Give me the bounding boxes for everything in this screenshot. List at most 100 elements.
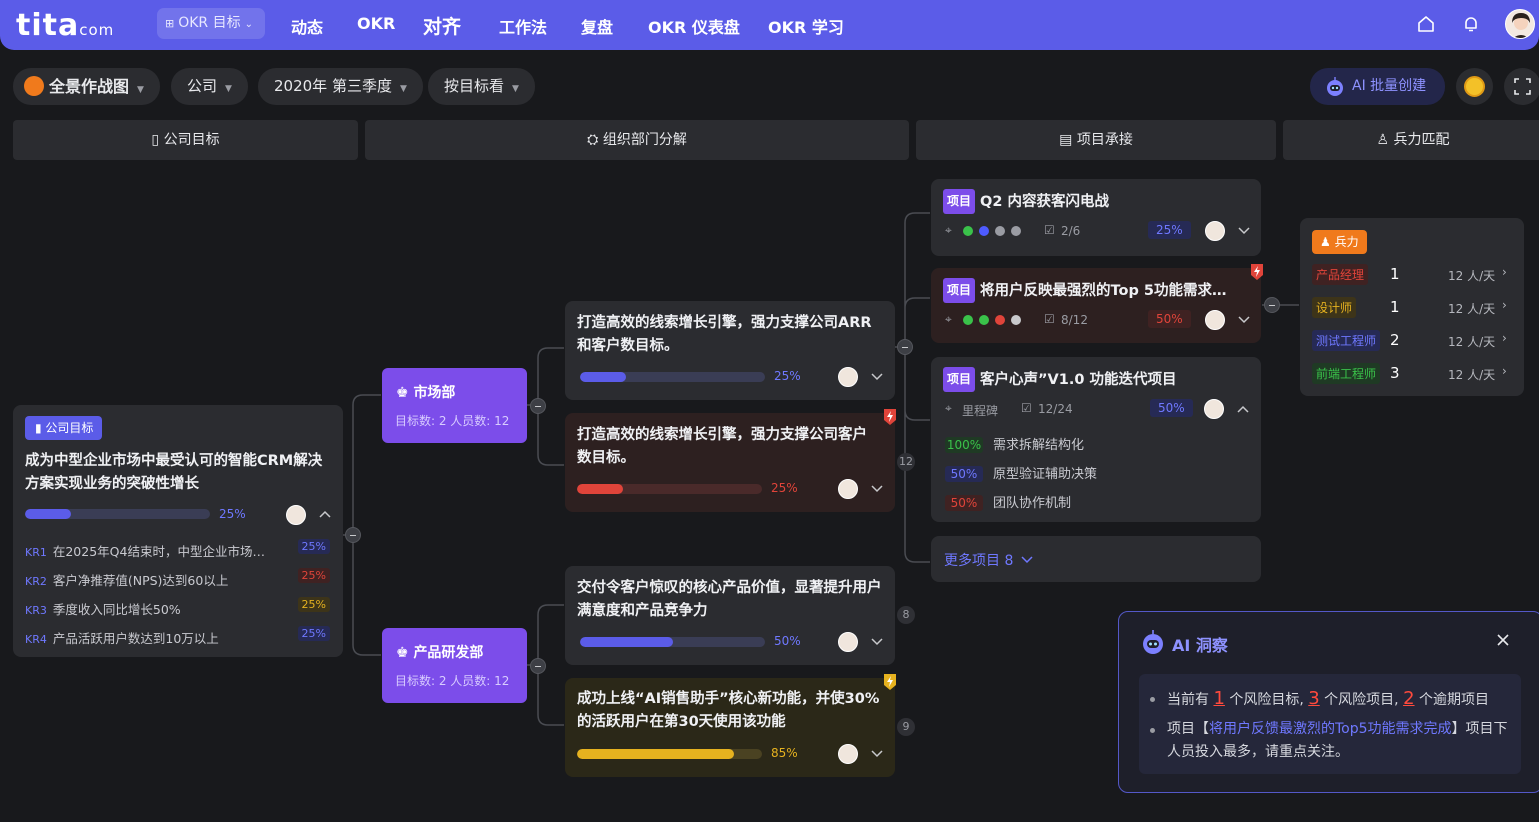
- checkbox-icon: ☑: [1044, 223, 1055, 237]
- chevron-down-icon[interactable]: [871, 373, 883, 381]
- owner-avatar[interactable]: [1205, 221, 1225, 241]
- chevron-down-icon[interactable]: [1238, 316, 1250, 324]
- building-icon: ▮: [35, 421, 46, 435]
- goal-progress: [577, 484, 762, 494]
- child-count[interactable]: 9: [897, 718, 915, 736]
- person-icon: ♟: [1320, 235, 1335, 249]
- collapse-toggle[interactable]: [345, 527, 361, 543]
- sub-item[interactable]: 50% 原型验证辅助决策: [945, 463, 1097, 482]
- project-pct: 25%: [1148, 221, 1191, 239]
- status-dot: [963, 226, 973, 236]
- robot-icon: [1143, 630, 1163, 654]
- chevron-up-icon[interactable]: [319, 510, 331, 518]
- owner-avatar[interactable]: [838, 367, 858, 387]
- owner-avatar[interactable]: [838, 744, 858, 764]
- project-link[interactable]: 将用户反馈最激烈的Top5功能需求完成: [1209, 721, 1452, 737]
- status-dot: [979, 315, 989, 325]
- project-pct: 50%: [1148, 310, 1191, 328]
- status-dot: [979, 226, 989, 236]
- owner-avatar[interactable]: [1205, 310, 1225, 330]
- warning-alert-icon: [884, 674, 896, 690]
- goal-pct: 25%: [771, 481, 798, 495]
- resource-row[interactable]: 产品经理 1 12 人/天 ›: [1312, 264, 1512, 286]
- collapse-toggle[interactable]: [530, 658, 546, 674]
- owner-avatar[interactable]: [838, 479, 858, 499]
- milestone-label: 里程碑: [962, 404, 999, 418]
- more-projects-button[interactable]: 更多项目 8: [931, 536, 1261, 582]
- company-goal-tag: ▮ 公司目标: [25, 416, 103, 440]
- status-dot: [963, 315, 973, 325]
- status-dot: [1011, 226, 1021, 236]
- project-tag: 项目: [943, 189, 976, 214]
- risk-alert-icon: [884, 409, 896, 425]
- collapse-toggle[interactable]: [530, 398, 546, 414]
- status-dot: [995, 226, 1005, 236]
- resource-tag: ♟ 兵力: [1312, 230, 1367, 254]
- collapse-toggle[interactable]: [1264, 297, 1280, 313]
- close-icon[interactable]: [1497, 634, 1509, 646]
- dept-goal-card[interactable]: 打造高效的线索增长引擎，强力支撑公司ARR和客户数目标。 25%: [565, 301, 895, 400]
- task-count: 8/12: [1061, 313, 1088, 327]
- chevron-right-icon: ›: [1502, 331, 1507, 345]
- location-icon: ⌖: [945, 223, 952, 237]
- kr-row[interactable]: KR2 客户净推荐值(NPS)达到60以上 25%: [25, 568, 330, 589]
- company-goal-card[interactable]: ▮ 公司目标 成为中型企业市场中最受认可的智能CRM解决方案实现业务的突破性增长…: [13, 405, 343, 657]
- owner-avatar[interactable]: [286, 505, 306, 525]
- project-card[interactable]: 项目 客户心声”V1.0 功能迭代项目 ⌖ 里程碑 ☑ 12/24 50% 100…: [931, 357, 1261, 522]
- chevron-down-icon[interactable]: [871, 485, 883, 493]
- overdue-count[interactable]: 2: [1403, 688, 1414, 709]
- kr-row[interactable]: KR1 在2025年Q4结束时，中型企业市场… 25%: [25, 539, 330, 560]
- project-tag: 项目: [943, 367, 976, 392]
- status-dot: [1011, 315, 1021, 325]
- location-icon: ⌖: [945, 401, 952, 415]
- checkbox-icon: ☑: [1021, 401, 1032, 415]
- dept-goal-card[interactable]: 打造高效的线索增长引擎，强力支撑公司客户数目标。 25%: [565, 413, 895, 512]
- ai-insight-content: 当前有 1 个风险目标, 3 个风险项目, 2 个逾期项目 项目【将用户反馈最激…: [1139, 674, 1521, 774]
- resource-row[interactable]: 测试工程师 2 12 人/天 ›: [1312, 330, 1512, 352]
- goal-pct: 25%: [774, 369, 801, 383]
- resource-card[interactable]: ♟ 兵力 产品经理 1 12 人/天 › 设计师 1 12 人/天 › 测试工程师 2 12 人…: [1300, 218, 1524, 396]
- dept-card-marketing[interactable]: ♚ 市场部 目标数: 2 人员数: 12: [382, 368, 527, 443]
- resource-row[interactable]: 设计师 1 12 人/天 ›: [1312, 297, 1512, 319]
- company-goal-title: 成为中型企业市场中最受认可的智能CRM解决方案实现业务的突破性增长: [25, 453, 323, 492]
- project-card[interactable]: 项目 Q2 内容获客闪电战 ⌖ ☑ 2/6 25%: [931, 179, 1261, 256]
- risk-projects-count[interactable]: 3: [1308, 688, 1319, 709]
- owner-avatar[interactable]: [838, 632, 858, 652]
- goal-progress: [577, 749, 762, 759]
- org-icon: ♚: [396, 645, 414, 661]
- child-count[interactable]: 8: [897, 606, 915, 624]
- chevron-up-icon[interactable]: [1237, 405, 1249, 413]
- insight-project-note: 项目【将用户反馈最激烈的Top5功能需求完成】项目下人员投入最多，请重点关注。: [1167, 721, 1508, 760]
- dept-goal-card[interactable]: 交付令客户惊叹的核心产品价值，显著提升用户满意度和产品竞争力 50%: [565, 566, 895, 665]
- chevron-down-icon[interactable]: [871, 638, 883, 646]
- goal-pct: 50%: [774, 634, 801, 648]
- risk-alert-icon: [1251, 264, 1263, 280]
- goal-progress: [580, 637, 765, 647]
- ai-insight-title: AI 洞察: [1172, 636, 1228, 655]
- risk-goals-count[interactable]: 1: [1213, 688, 1224, 709]
- owner-avatar[interactable]: [1204, 399, 1224, 419]
- chevron-down-icon[interactable]: [871, 750, 883, 758]
- project-card[interactable]: 项目 将用户反映最强烈的Top 5功能需求… ⌖ ☑ 8/12 50%: [931, 268, 1261, 343]
- dept-card-product-rd[interactable]: ♚ 产品研发部 目标数: 2 人员数: 12: [382, 628, 527, 703]
- chevron-right-icon: ›: [1502, 265, 1507, 279]
- chevron-down-icon: [1021, 556, 1033, 564]
- project-tag: 项目: [943, 278, 976, 303]
- goal-progress: [580, 372, 765, 382]
- child-count[interactable]: 12: [897, 453, 915, 471]
- chevron-down-icon[interactable]: [1238, 227, 1250, 235]
- org-icon: ♚: [396, 385, 414, 401]
- company-goal-progress: [25, 509, 210, 519]
- checkbox-icon: ☑: [1044, 312, 1055, 326]
- dept-goal-card[interactable]: 成功上线“AI销售助手”核心新功能，并使30%的活跃用户在第30天使用该功能 8…: [565, 678, 895, 777]
- kr-row[interactable]: KR3 季度收入同比增长50% 25%: [25, 597, 330, 618]
- sub-item[interactable]: 100% 需求拆解结构化: [945, 434, 1084, 453]
- sub-item[interactable]: 50% 团队协作机制: [945, 492, 1071, 511]
- collapse-toggle[interactable]: [897, 339, 913, 355]
- location-icon: ⌖: [945, 312, 952, 326]
- insight-summary: 当前有 1 个风险目标, 3 个风险项目, 2 个逾期项目: [1167, 688, 1489, 709]
- goal-pct: 85%: [771, 746, 798, 760]
- task-count: 2/6: [1061, 224, 1081, 238]
- resource-row[interactable]: 前端工程师 3 12 人/天 ›: [1312, 363, 1512, 385]
- kr-row[interactable]: KR4 产品活跃用户数达到10万以上 25%: [25, 626, 330, 647]
